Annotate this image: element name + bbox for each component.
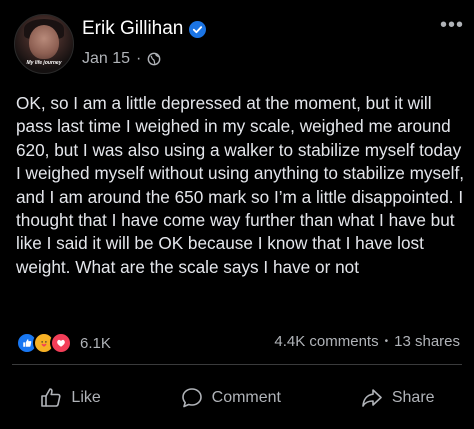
author-name[interactable]: Erik Gillihan: [82, 18, 183, 40]
divider: [12, 364, 462, 365]
author-avatar[interactable]: My life journey: [14, 14, 74, 74]
globe-icon: [147, 52, 161, 66]
share-label: Share: [391, 389, 435, 406]
meta-separator: ·: [136, 50, 142, 67]
post-text: OK, so I am a little depressed at the mo…: [16, 93, 465, 277]
comments-count[interactable]: 4.4K comments: [274, 333, 378, 350]
avatar-caption: My life journey: [26, 60, 62, 66]
love-reaction-icon: [50, 332, 72, 354]
more-options-icon[interactable]: •••: [440, 15, 464, 35]
stats-separator: •: [384, 336, 389, 347]
like-label: Like: [71, 389, 101, 406]
reaction-icons: [16, 332, 72, 354]
reaction-count: 6.1K: [80, 334, 111, 352]
author-row: Erik Gillihan: [82, 18, 207, 40]
comment-button[interactable]: Comment: [180, 386, 281, 410]
post-stats: 4.4K comments • 13 shares: [274, 333, 460, 350]
share-arrow-icon: [362, 389, 382, 407]
avatar-face: [29, 25, 59, 59]
post-meta: Jan 15 ·: [82, 50, 161, 68]
post-date[interactable]: Jan 15: [82, 50, 130, 68]
facebook-post: My life journey Erik Gillihan Jan 15 · •…: [0, 0, 474, 429]
share-button[interactable]: Share: [360, 386, 435, 410]
reactions-summary[interactable]: 6.1K: [16, 332, 111, 354]
verified-badge-icon: [189, 20, 207, 38]
comment-label: Comment: [211, 389, 281, 406]
comment-bubble-icon: [181, 388, 202, 408]
shares-count[interactable]: 13 shares: [394, 333, 460, 350]
thumbs-up-icon: [41, 388, 61, 407]
action-bar: Like Comment Share: [0, 378, 474, 418]
like-button[interactable]: Like: [39, 386, 101, 410]
